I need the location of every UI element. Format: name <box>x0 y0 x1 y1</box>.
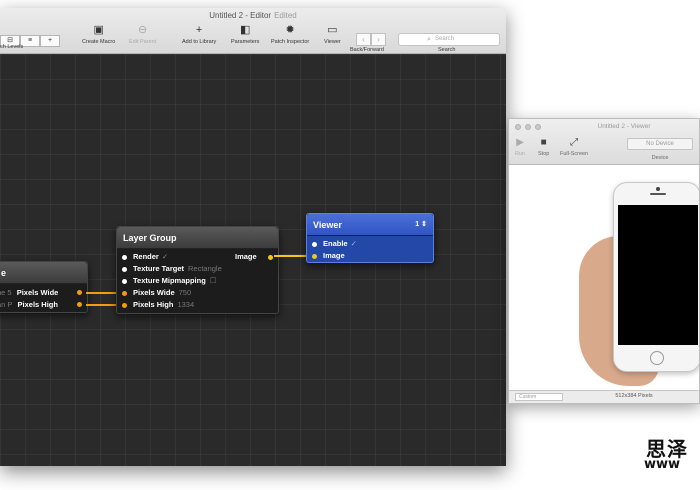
viewer-icon: ▭ <box>327 24 338 36</box>
port-pixels-wide: Pixels Wide 750 <box>133 288 192 297</box>
editor-toolbar: Untitled 2 - Editor Edited ⊟ ≡ + ch Level… <box>0 8 506 54</box>
viewer-title: Untitled 2 - Viewer <box>597 123 651 130</box>
wire-pixels-high <box>86 304 118 306</box>
output-port-pixels-high[interactable] <box>77 302 82 307</box>
home-button-icon <box>650 351 664 365</box>
macro-icon: ▣ <box>93 24 104 36</box>
wire-pixels-wide <box>86 292 118 294</box>
phone-screen <box>618 205 698 345</box>
port-pixels-high: Pixels High 1334 <box>133 300 195 309</box>
device-select[interactable]: No Device <box>627 138 693 150</box>
device-label: Device <box>651 155 669 161</box>
editor-window: Untitled 2 - Editor Edited ⊟ ≡ + ch Level… <box>0 8 506 466</box>
add-to-library-button[interactable]: + Add to Library <box>182 24 216 45</box>
search-label: Search <box>438 47 456 53</box>
input-port-texture-target[interactable] <box>122 267 127 272</box>
input-port-texture-mipmapping[interactable] <box>122 279 127 284</box>
forward-icon[interactable]: › <box>371 33 386 46</box>
search-icon: ⌕ <box>427 36 431 43</box>
speaker-icon <box>650 193 666 195</box>
edit-parent-button[interactable]: ⊖ Edit Parent <box>129 24 156 45</box>
back-forward-label: Back/Forward <box>350 47 384 53</box>
partial-patch[interactable]: e ne 5 Pixels Wide an P Pixels High <box>0 261 88 313</box>
editor-title: Untitled 2 - Editor Edited <box>209 11 297 20</box>
patch-canvas[interactable]: e ne 5 Pixels Wide an P Pixels High Laye… <box>0 54 506 466</box>
output-port-pixels-wide[interactable] <box>77 290 82 295</box>
input-port-render[interactable] <box>122 255 127 260</box>
input-port-enable[interactable] <box>312 242 317 247</box>
input-port-pixels-high[interactable] <box>122 303 127 308</box>
viewer-status-bar: Custom 512x384 Pixels <box>509 390 699 403</box>
port-render: Render ✓ <box>133 252 169 261</box>
wire-image <box>274 255 310 257</box>
run-button[interactable]: ▶ Run <box>515 137 525 157</box>
viewer-window: Untitled 2 - Viewer ▶ Run ■ Stop ⤢ Full-… <box>508 118 700 404</box>
layer-group-patch[interactable]: Layer Group Render ✓ Image Texture Target… <box>116 226 279 314</box>
gear-icon: ✹ <box>285 24 295 36</box>
parameters-icon: ◧ <box>240 24 251 36</box>
plus-icon: + <box>195 24 203 36</box>
full-screen-button[interactable]: ⤢ Full-Screen <box>560 137 588 157</box>
port-texture-mipmapping: Texture Mipmapping ☐ <box>133 276 217 285</box>
partial-patch-title: e <box>0 262 87 284</box>
back-icon[interactable]: ‹ <box>356 33 371 46</box>
edited-indicator: Edited <box>274 11 297 20</box>
watermark-url: www <box>644 457 681 472</box>
viewer-canvas <box>509 166 699 390</box>
viewer-patch-title: Viewer <box>307 214 433 236</box>
port-image-output: Image <box>235 252 257 261</box>
patch-inspector-button[interactable]: ✹ Patch Inspector <box>271 24 309 45</box>
iphone-image <box>613 182 699 372</box>
port-image-input: Image <box>323 251 345 260</box>
stop-button[interactable]: ■ Stop <box>538 137 549 157</box>
expand-icon: ⤢ <box>570 137 579 148</box>
partial-port-2: an P Pixels High <box>0 300 58 309</box>
output-port-image[interactable] <box>268 255 273 260</box>
viewer-toolbar: Untitled 2 - Viewer ▶ Run ■ Stop ⤢ Full-… <box>509 119 699 165</box>
input-port-image[interactable] <box>312 254 317 259</box>
viewer-patch-index[interactable]: 1 ⇕ <box>415 220 427 228</box>
back-forward-control[interactable]: ‹ › <box>356 33 386 46</box>
viewer-button[interactable]: ▭ Viewer <box>324 24 341 45</box>
zoom-select[interactable]: Custom <box>515 393 563 401</box>
parameters-button[interactable]: ◧ Parameters <box>231 24 259 45</box>
viewer-patch[interactable]: Viewer 1 ⇕ Enable ✓ Image <box>306 213 434 263</box>
levels-seg-3[interactable]: + <box>40 35 60 47</box>
port-texture-target: Texture Target Rectangle <box>133 264 222 273</box>
pixel-size: 512x384 Pixels <box>615 393 653 399</box>
partial-port-1: ne 5 Pixels Wide <box>0 288 59 297</box>
search-input[interactable]: ⌕ Search <box>398 33 500 46</box>
levels-label: ch Levels <box>0 44 24 50</box>
stop-icon: ■ <box>540 137 547 148</box>
camera-icon <box>656 187 660 191</box>
desktop: Untitled 2 - Editor Edited ⊟ ≡ + ch Level… <box>0 0 700 490</box>
input-port-pixels-wide[interactable] <box>122 291 127 296</box>
create-macro-button[interactable]: ▣ Create Macro <box>82 24 115 45</box>
port-enable: Enable ✓ <box>323 239 357 248</box>
edit-parent-icon: ⊖ <box>138 24 148 36</box>
layer-group-title: Layer Group <box>117 227 278 249</box>
play-icon: ▶ <box>516 137 524 148</box>
